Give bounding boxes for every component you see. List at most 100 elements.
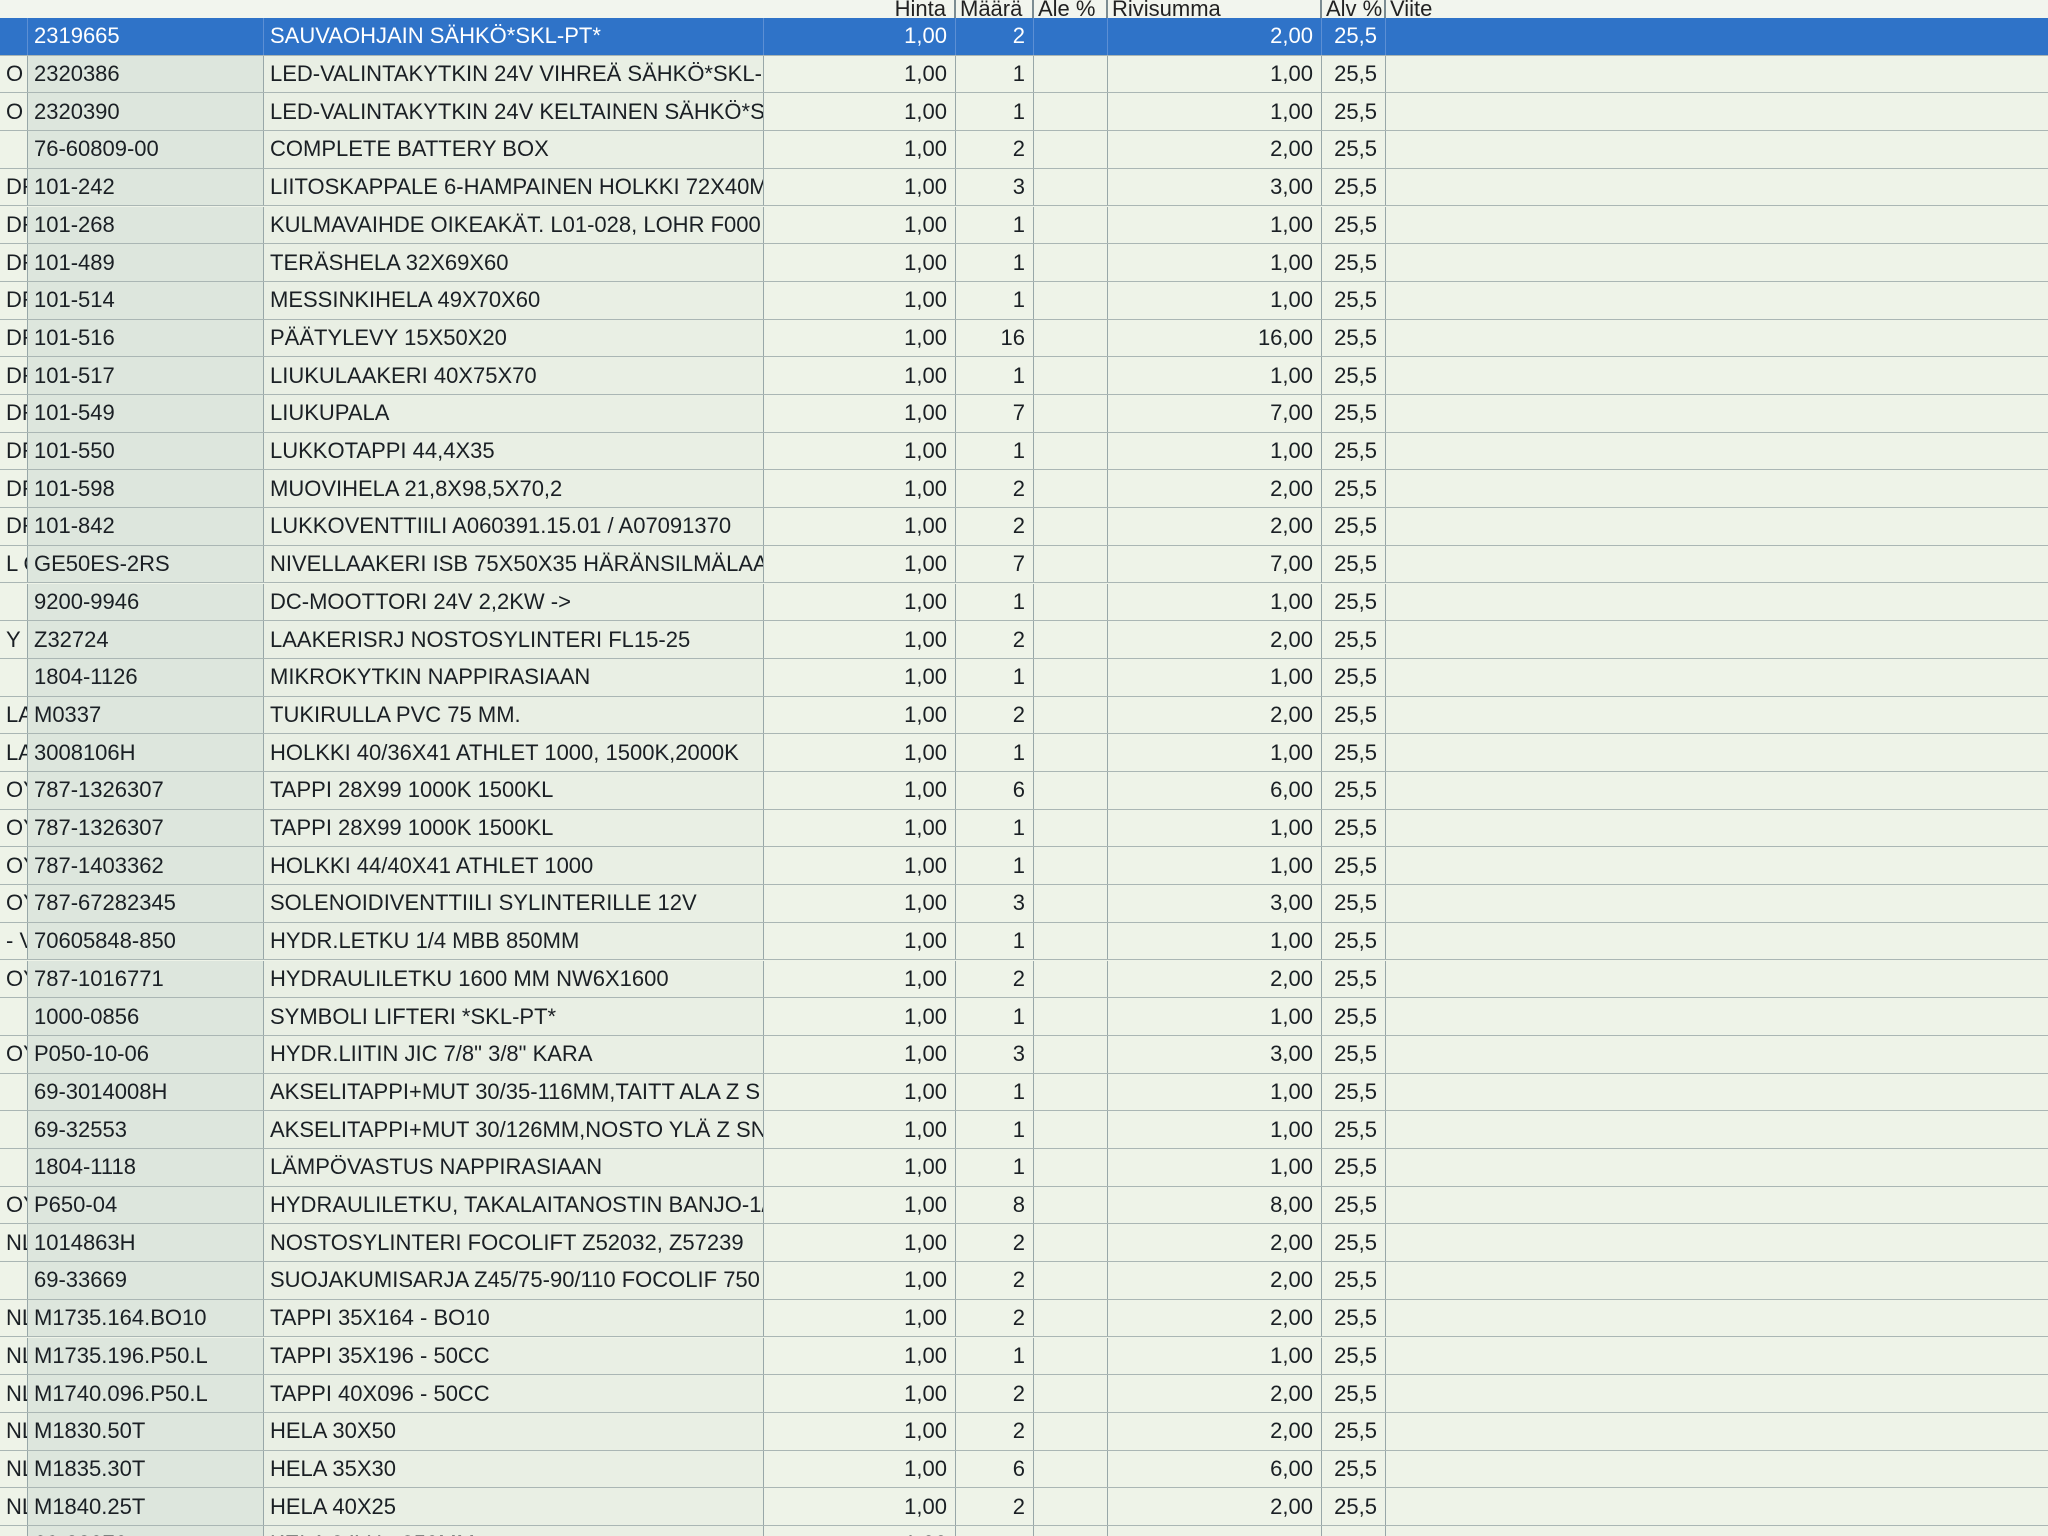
row-sum-cell[interactable]: 2,00 xyxy=(1108,1262,1322,1299)
column-header-price[interactable]: Hinta xyxy=(764,0,956,18)
reference-cell[interactable] xyxy=(1386,320,2048,357)
quantity-cell[interactable]: 1 xyxy=(956,357,1034,394)
row-sum-cell[interactable]: 1,00 xyxy=(1108,244,1322,281)
unit-price-cell[interactable]: 1,00 xyxy=(764,1412,956,1450)
quantity-cell[interactable]: 6 xyxy=(956,1450,1034,1488)
product-code-cell[interactable]: 787-1403362 xyxy=(28,847,264,885)
discount-cell[interactable] xyxy=(1034,922,1108,960)
reference-cell[interactable] xyxy=(1386,244,2048,281)
product-code-cell[interactable]: 3008106H xyxy=(28,734,264,771)
reference-cell[interactable] xyxy=(1386,508,2048,545)
quantity-cell[interactable]: 2 xyxy=(956,1262,1034,1299)
product-code-cell[interactable]: GE50ES-2RS xyxy=(28,545,264,583)
vat-percent-cell[interactable]: 25,5 xyxy=(1322,1375,1386,1412)
quantity-cell[interactable]: 3 xyxy=(956,168,1034,206)
quantity-cell[interactable]: 1 xyxy=(956,1337,1034,1375)
discount-cell[interactable] xyxy=(1034,168,1108,206)
reference-cell[interactable] xyxy=(1386,131,2048,168)
row-prefix-cell[interactable]: LA xyxy=(0,696,28,734)
vat-percent-cell[interactable]: 25,5 xyxy=(1322,1035,1386,1073)
reference-cell[interactable] xyxy=(1386,1036,2048,1073)
row-prefix-cell[interactable]: L O xyxy=(0,545,28,583)
product-code-cell[interactable]: M1835.30T xyxy=(28,1450,264,1488)
quantity-cell[interactable]: 3 xyxy=(956,1035,1034,1073)
product-name-cell[interactable]: LUKKOTAPPI 44,4X35 xyxy=(264,432,764,470)
row-sum-cell[interactable]: 7,00 xyxy=(1108,395,1322,432)
row-prefix-cell[interactable]: NLA xyxy=(0,1337,28,1375)
unit-price-cell[interactable]: 1,00 xyxy=(764,281,956,319)
quantity-cell[interactable]: 2 xyxy=(956,1412,1034,1450)
product-code-cell[interactable]: M1830.50T xyxy=(28,1412,264,1450)
vat-percent-cell[interactable]: 25,5 xyxy=(1322,922,1386,960)
row-sum-cell[interactable]: 16,00 xyxy=(1108,319,1322,357)
reference-cell[interactable] xyxy=(1386,282,2048,319)
quantity-cell[interactable]: 16 xyxy=(956,319,1034,357)
reference-cell[interactable] xyxy=(1386,923,2048,960)
discount-cell[interactable] xyxy=(1034,696,1108,734)
reference-cell[interactable] xyxy=(1386,810,2048,847)
vat-percent-cell[interactable]: 25,5 xyxy=(1322,1488,1386,1525)
discount-cell[interactable] xyxy=(1034,885,1108,922)
discount-cell[interactable] xyxy=(1034,658,1108,696)
reference-cell[interactable] xyxy=(1386,1526,2048,1536)
reference-cell[interactable] xyxy=(1386,621,2048,658)
row-sum-cell[interactable]: 1,00 xyxy=(1108,809,1322,847)
product-name-cell[interactable]: HOLKKI 44/40X41 ATHLET 1000 xyxy=(264,847,764,885)
row-prefix-cell[interactable] xyxy=(0,1149,28,1186)
row-sum-cell[interactable]: 1,00 xyxy=(1108,55,1322,93)
row-sum-cell[interactable]: 2,00 xyxy=(1108,960,1322,998)
vat-percent-cell[interactable]: 25,5 xyxy=(1322,319,1386,357)
quantity-cell[interactable]: 2 xyxy=(956,1488,1034,1525)
product-code-cell[interactable]: 101-550 xyxy=(28,432,264,470)
unit-price-cell[interactable]: 1,00 xyxy=(764,809,956,847)
reference-cell[interactable] xyxy=(1386,1074,2048,1111)
discount-cell[interactable] xyxy=(1034,395,1108,432)
row-prefix-cell[interactable]: NLA xyxy=(0,1299,28,1337)
row-prefix-cell[interactable] xyxy=(0,1073,28,1111)
reference-cell[interactable] xyxy=(1386,1224,2048,1261)
discount-cell[interactable] xyxy=(1034,357,1108,394)
quantity-cell[interactable]: 1 xyxy=(956,583,1034,621)
row-sum-cell[interactable]: 3,00 xyxy=(1108,885,1322,922)
product-code-cell[interactable]: P050-10-06 xyxy=(28,1035,264,1073)
product-name-cell[interactable]: LUKKOVENTTIILI A060391.15.01 / A07091370 xyxy=(264,508,764,545)
vat-percent-cell[interactable]: 25,5 xyxy=(1322,847,1386,885)
reference-cell[interactable] xyxy=(1386,885,2048,922)
table-row[interactable]: 76-60809-00 COMPLETE BATTERY BOX 1,00 2 2,00… xyxy=(0,131,2048,169)
table-row[interactable]: OY787-1326307TAPPI 28X99 1000K 1500KL1,0… xyxy=(0,772,2048,810)
quantity-cell[interactable]: 7 xyxy=(956,395,1034,432)
reference-cell[interactable] xyxy=(1386,470,2048,507)
product-name-cell[interactable]: HOLKKI 40/36X41 ATHLET 1000, 1500K,2000K xyxy=(264,734,764,771)
row-prefix-cell[interactable]: OY xyxy=(0,885,28,922)
vat-percent-cell[interactable]: 25,5 xyxy=(1322,470,1386,508)
table-row[interactable]: O 2320386 LED-VALINTAKYTKIN 24V VIHREÄ SÄH… xyxy=(0,55,2048,94)
discount-cell[interactable] xyxy=(1034,1337,1108,1375)
product-name-cell[interactable]: SYMBOLI LIFTERI *SKL-PT* xyxy=(264,998,764,1035)
vat-percent-cell[interactable]: 25,5 xyxy=(1322,1337,1386,1375)
table-row[interactable]: DR101-516PÄÄTYLEVY 15X50X201,0016 16,0025… xyxy=(0,319,2048,358)
row-prefix-cell[interactable]: NLA xyxy=(0,1412,28,1450)
row-prefix-cell[interactable]: NLA xyxy=(0,1224,28,1262)
vat-percent-cell[interactable]: 25,5 xyxy=(1322,55,1386,93)
row-prefix-cell[interactable]: NLA xyxy=(0,1375,28,1412)
row-sum-cell[interactable]: 1,00 xyxy=(1108,583,1322,621)
discount-cell[interactable] xyxy=(1034,1450,1108,1488)
row-sum-cell[interactable]: 2,00 xyxy=(1108,1299,1322,1337)
row-sum-cell[interactable]: 6,00 xyxy=(1108,1450,1322,1488)
row-prefix-cell[interactable]: DR xyxy=(0,319,28,357)
product-name-cell[interactable]: LED-VALINTAKYTKIN 24V VIHREÄ SÄHKÖ*SKL-P xyxy=(264,55,764,93)
row-sum-cell[interactable]: 3,00 xyxy=(1108,1035,1322,1073)
table-row[interactable]: OY787-1326307TAPPI 28X99 1000K 1500KL1,0… xyxy=(0,809,2048,848)
vat-percent-cell[interactable]: 25,5 xyxy=(1322,1262,1386,1299)
vat-percent-cell[interactable]: 25,5 xyxy=(1322,809,1386,847)
row-sum-cell[interactable]: 1,00 xyxy=(1108,1149,1322,1186)
product-name-cell[interactable]: LAAKERISRJ NOSTOSYLINTERI FL15-25 xyxy=(264,621,764,658)
unit-price-cell[interactable]: 1,00 xyxy=(764,1073,956,1111)
table-row[interactable]: DR101-489TERÄSHELA 32X69X601,0011,0025,5 xyxy=(0,244,2048,282)
quantity-cell[interactable]: 1 xyxy=(956,658,1034,696)
quantity-cell[interactable]: 2 xyxy=(956,1375,1034,1412)
reference-cell[interactable] xyxy=(1386,433,2048,470)
reference-cell[interactable] xyxy=(1386,961,2048,998)
row-sum-cell[interactable]: 1,00 xyxy=(1108,1337,1322,1375)
row-sum-cell[interactable]: 1,00 xyxy=(1108,998,1322,1035)
